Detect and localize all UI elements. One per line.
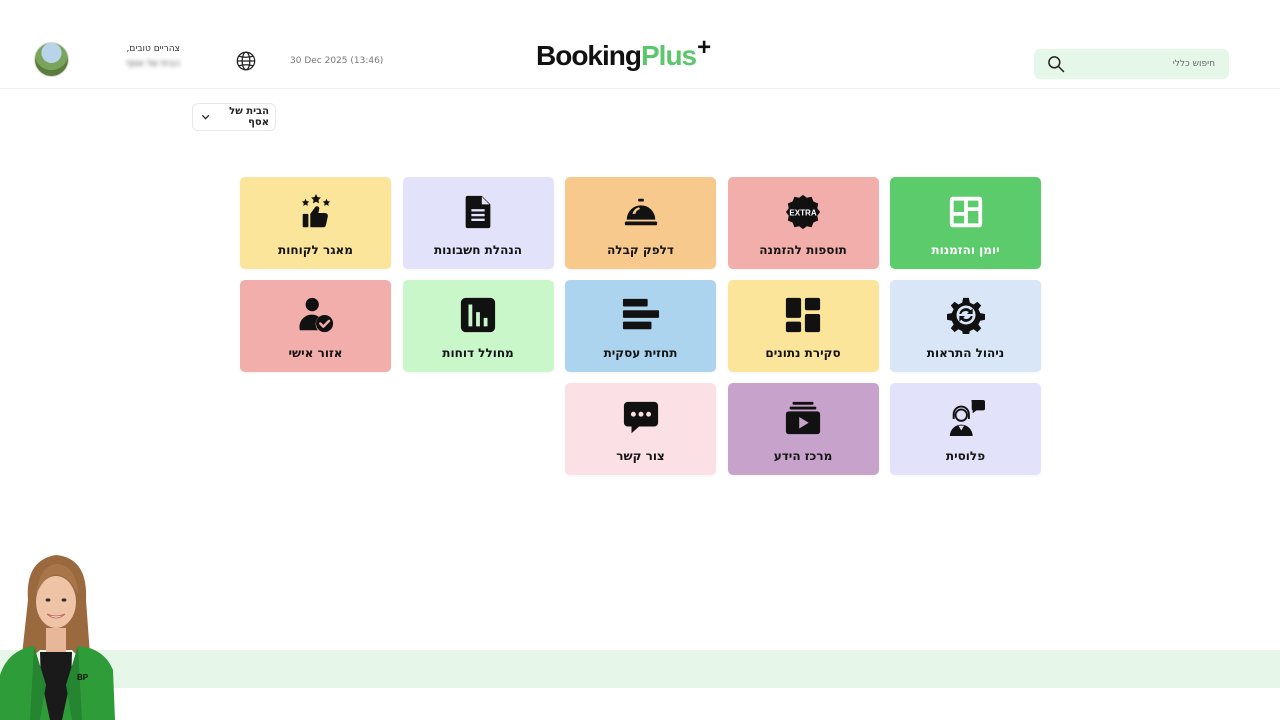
- tile-calendar-bookings[interactable]: יומן והזמנות: [890, 177, 1041, 269]
- service-bell-icon: [621, 192, 661, 232]
- business-selector[interactable]: הבית של אסף: [192, 103, 276, 131]
- bookingplus-logo[interactable]: Booking Plus +: [536, 34, 711, 76]
- gear-sync-icon: [946, 295, 986, 335]
- app-page: צהריים טובים, הבית של אסף 30 Dec 2025 (1…: [0, 0, 1280, 720]
- tile-label: מחולל דוחות: [442, 346, 514, 360]
- tile-knowledge-center[interactable]: מרכז הידע: [727, 383, 879, 475]
- global-search[interactable]: [1034, 49, 1229, 79]
- bottom-band: [0, 650, 1280, 688]
- user-avatar[interactable]: [34, 42, 69, 77]
- svg-text:EXTRA: EXTRA: [789, 208, 817, 217]
- search-icon[interactable]: [1046, 54, 1066, 74]
- video-library-icon: [783, 398, 823, 438]
- greeting-business-name: הבית של אסף: [126, 59, 180, 69]
- tile-plusit-assistant[interactable]: פלוסית: [890, 383, 1041, 475]
- tile-reception-desk[interactable]: דלפק קבלה: [565, 177, 716, 269]
- chat-bubble-icon: [621, 398, 661, 438]
- tile-label: מרכז הידע: [773, 449, 833, 463]
- calendar-grid-icon: [946, 192, 986, 232]
- presenter-video-overlay: BP: [0, 555, 115, 720]
- tile-label: מאגר לקוחות: [278, 243, 353, 257]
- bar-gantt-icon: [621, 295, 661, 335]
- tile-label: יומן והזמנות: [931, 243, 1000, 257]
- current-datetime: 30 Dec 2025 (13:46): [290, 56, 384, 66]
- extra-badge-icon: EXTRA: [783, 192, 823, 232]
- logo-part-plus: Plus: [641, 40, 697, 71]
- tile-booking-extras[interactable]: EXTRA תוספות להזמנה: [727, 177, 879, 269]
- document-icon: [458, 192, 498, 232]
- tile-business-forecast[interactable]: תחזית עסקית: [565, 280, 716, 372]
- tile-label: ניהול התראות: [926, 346, 1005, 360]
- greeting-text: צהריים טובים,: [126, 44, 181, 54]
- tile-report-generator[interactable]: מחולל דוחות: [402, 280, 554, 372]
- tile-personal-area[interactable]: אזור אישי: [240, 280, 391, 372]
- globe-icon[interactable]: [235, 50, 257, 72]
- tile-label: אזור אישי: [288, 346, 343, 360]
- business-selector-label: הבית של אסף: [229, 106, 269, 128]
- support-agent-icon: [946, 398, 986, 438]
- tile-notifications-management[interactable]: ניהול התראות: [890, 280, 1041, 372]
- feature-tiles-grid: יומן והזמנות EXTRA תוספות להזמנה דלפק קב…: [240, 177, 1041, 475]
- tile-label: סקירת נתונים: [765, 346, 841, 360]
- tile-label: הנהלת חשבונות: [433, 243, 523, 257]
- dashboard-tiles-icon: [783, 295, 823, 335]
- tile-label: צור קשר: [616, 449, 665, 463]
- tile-customer-database[interactable]: מאגר לקוחות: [240, 177, 391, 269]
- thumbs-up-stars-icon: [296, 192, 336, 232]
- logo-part-booking: Booking: [536, 40, 642, 71]
- tile-label: פלוסית: [945, 449, 986, 463]
- greeting-block: צהריים טובים, הבית של אסף: [108, 44, 180, 69]
- tile-data-overview[interactable]: סקירת נתונים: [727, 280, 879, 372]
- presenter-badge: BP: [77, 673, 89, 682]
- search-input[interactable]: [1066, 59, 1215, 69]
- tile-label: דלפק קבלה: [607, 243, 674, 257]
- tile-label: תחזית עסקית: [603, 346, 678, 360]
- chevron-down-icon: [201, 114, 210, 120]
- logo-plus-sign: +: [697, 34, 711, 61]
- report-chart-icon: [458, 295, 498, 335]
- tile-accounting[interactable]: הנהלת חשבונות: [402, 177, 554, 269]
- user-check-icon: [296, 295, 336, 335]
- tile-contact-us[interactable]: צור קשר: [565, 383, 716, 475]
- top-header: צהריים טובים, הבית של אסף 30 Dec 2025 (1…: [0, 0, 1280, 89]
- tile-label: תוספות להזמנה: [759, 243, 847, 257]
